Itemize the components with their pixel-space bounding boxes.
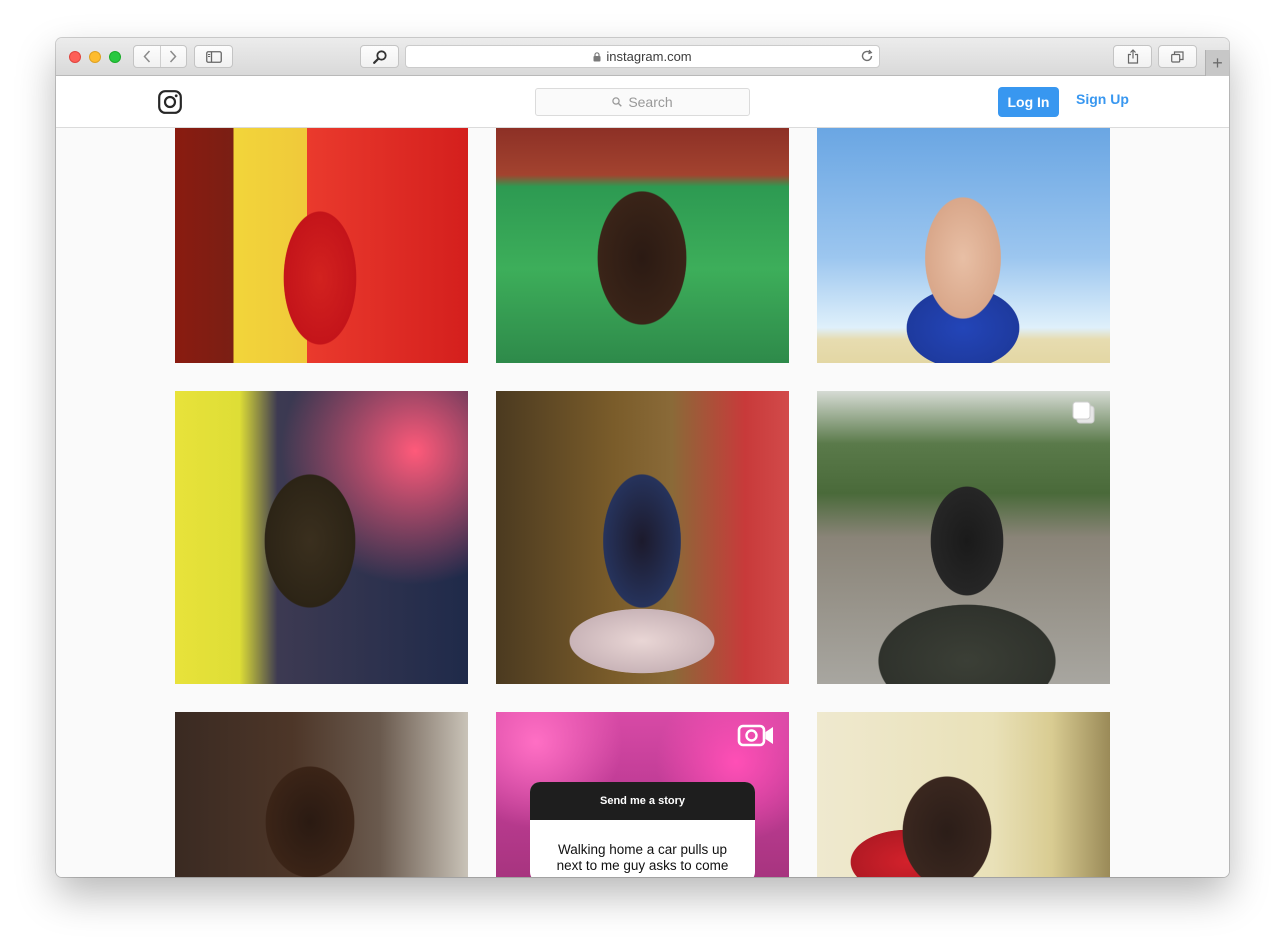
story-card-title: Send me a story: [530, 782, 755, 820]
post-thumbnail[interactable]: [496, 128, 789, 363]
post-thumbnail[interactable]: [175, 128, 468, 363]
tab-overview-button[interactable]: [1158, 45, 1197, 68]
close-window-button[interactable]: [69, 51, 81, 63]
forward-button[interactable]: [159, 46, 186, 67]
site-header: Search Log In Sign Up: [56, 76, 1229, 128]
reload-icon[interactable]: [860, 49, 874, 63]
share-button[interactable]: [1113, 45, 1152, 68]
lock-icon: [593, 51, 601, 61]
magnifier-icon: [372, 49, 387, 64]
login-button[interactable]: Log In: [998, 87, 1059, 117]
post-thumbnail[interactable]: [817, 128, 1110, 363]
browser-toolbar: instagram.com +: [56, 38, 1229, 76]
story-card-line: Walking home a car pulls up: [557, 842, 728, 857]
search-input[interactable]: Search: [535, 88, 750, 116]
history-navigation: [133, 45, 187, 68]
post-thumbnail[interactable]: [817, 391, 1110, 684]
post-grid: Send me a story Walking home a car pulls…: [56, 128, 1229, 877]
sidebar-toggle-button[interactable]: [194, 45, 233, 68]
chevron-right-icon: [170, 50, 177, 63]
smart-search-button[interactable]: [360, 45, 399, 68]
search-icon: [612, 97, 623, 107]
post-thumbnail[interactable]: [817, 712, 1110, 877]
address-bar[interactable]: instagram.com: [405, 45, 880, 68]
video-icon: [737, 724, 773, 747]
search-placeholder: Search: [628, 94, 673, 110]
story-question-card: Send me a story Walking home a car pulls…: [530, 782, 755, 877]
back-button[interactable]: [134, 46, 160, 67]
new-tab-button[interactable]: +: [1205, 50, 1229, 76]
share-icon: [1127, 49, 1138, 64]
carousel-icon: [1072, 401, 1095, 424]
tabs-icon: [1171, 50, 1184, 63]
post-thumbnail[interactable]: [175, 712, 468, 877]
story-card-line: next to me guy asks to come: [556, 858, 729, 873]
sidebar-icon: [205, 50, 222, 63]
browser-window: instagram.com + Search Log In Sign Up Se…: [56, 38, 1229, 877]
post-thumbnail[interactable]: [175, 391, 468, 684]
maximize-window-button[interactable]: [109, 51, 121, 63]
minimize-window-button[interactable]: [89, 51, 101, 63]
instagram-logo-icon[interactable]: [158, 90, 182, 119]
post-thumbnail[interactable]: [496, 391, 789, 684]
story-card-text: Walking home a car pulls up next to me g…: [530, 820, 755, 874]
post-thumbnail[interactable]: Send me a story Walking home a car pulls…: [496, 712, 789, 877]
url-text: instagram.com: [606, 49, 692, 64]
signup-link[interactable]: Sign Up: [1076, 91, 1129, 107]
chevron-left-icon: [143, 50, 151, 63]
